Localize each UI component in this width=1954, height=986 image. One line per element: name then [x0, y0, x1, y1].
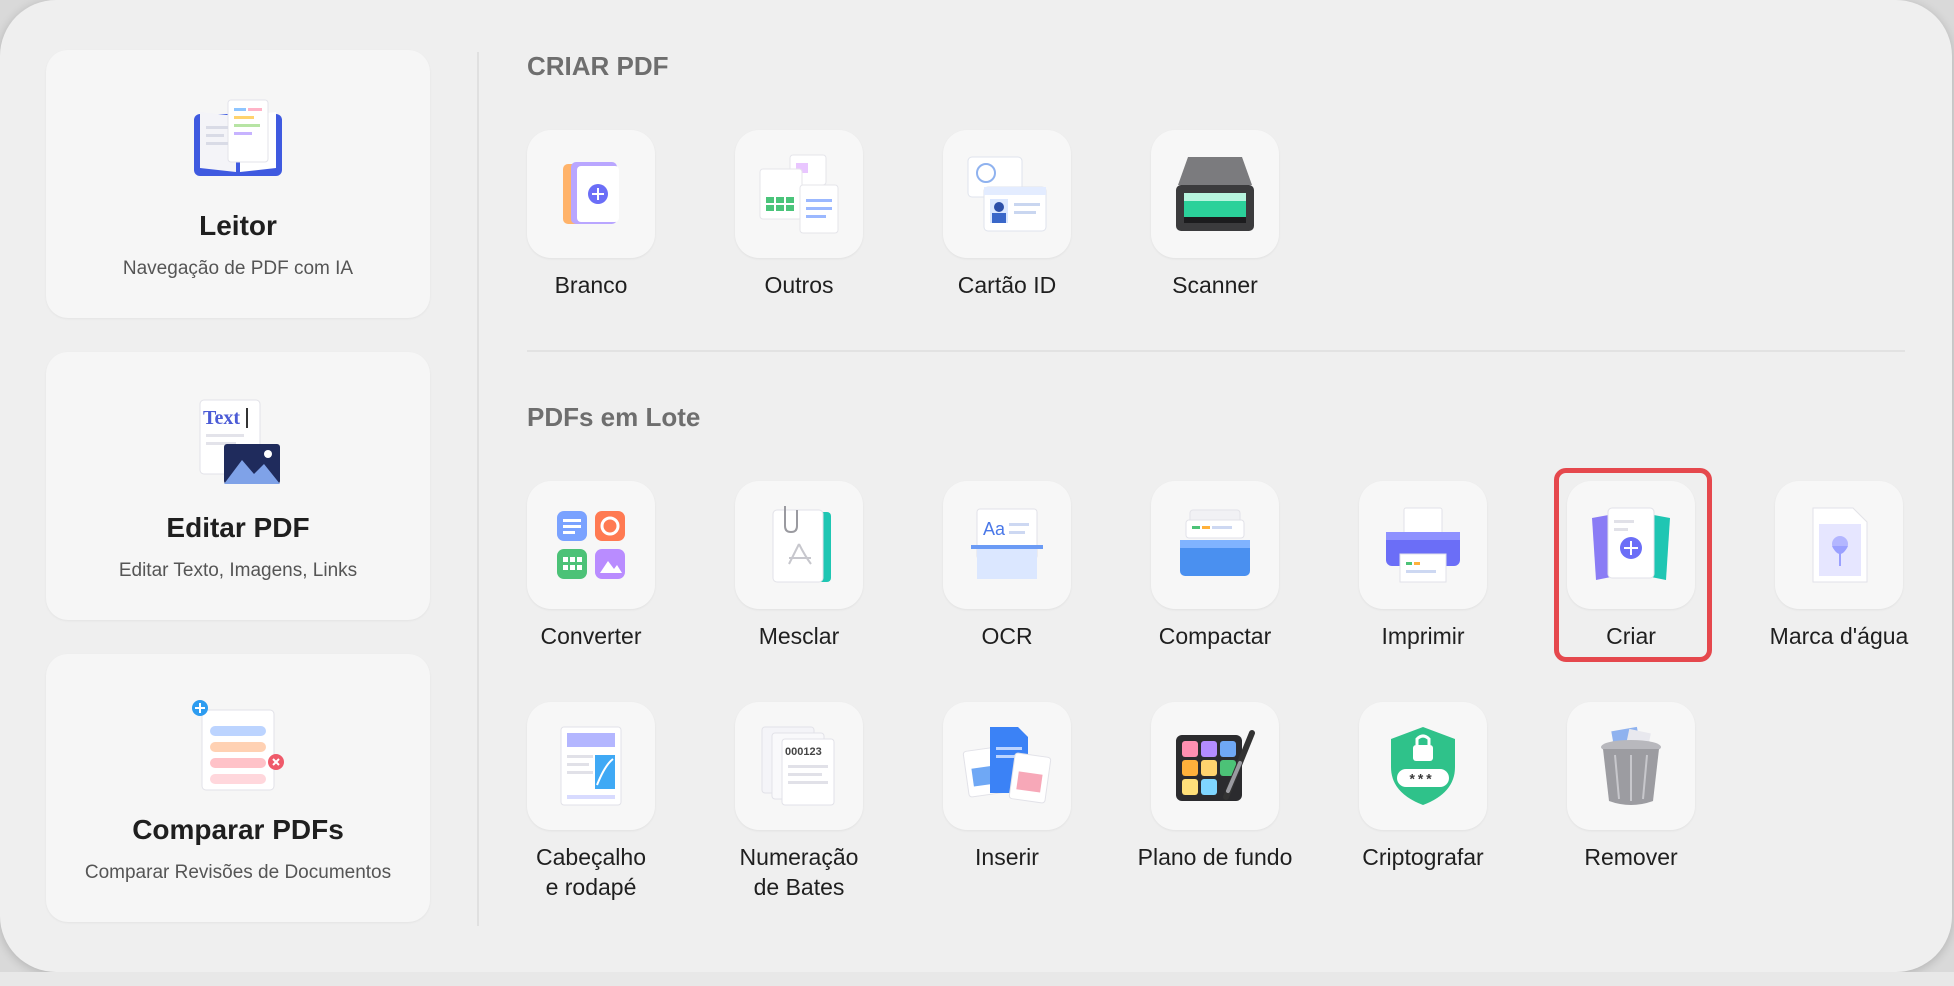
encrypt-icon: ***	[1391, 727, 1455, 805]
compare-pdfs-card[interactable]: Comparar PDFs Comparar Revisões de Docum…	[46, 654, 430, 922]
vertical-divider	[477, 52, 479, 926]
edit-text-icon: Text	[199, 399, 280, 484]
compress-icon	[1180, 509, 1250, 576]
tool-label: Numeração de Bates	[709, 842, 889, 902]
tool-scanner[interactable]: Scanner	[1125, 130, 1305, 300]
tool-marca-dagua[interactable]: Marca d'água	[1749, 481, 1929, 651]
tool-label: Outros	[764, 272, 834, 298]
criar-highlight-box	[1554, 468, 1712, 662]
svg-text:Aa: Aa	[983, 519, 1006, 539]
tool-cartao-id[interactable]: Cartão ID	[917, 130, 1097, 300]
tool-plano-de-fundo[interactable]: Plano de fundo	[1125, 702, 1305, 872]
tool-label: Branco	[554, 272, 628, 298]
tool-label: Compactar	[1158, 623, 1272, 649]
bates-number-icon: 000123	[761, 726, 835, 806]
reader-card[interactable]: Leitor Navegação de PDF com IA	[46, 50, 430, 318]
encrypt-icon-text: ***	[1408, 773, 1433, 789]
reader-subtitle: Navegação de PDF com IA	[122, 258, 354, 279]
batch-tools-window: Leitor Navegação de PDF com IA Text Edit…	[0, 0, 1952, 972]
ocr-icon: Aa	[971, 508, 1043, 579]
edit-pdf-title: Editar PDF	[166, 512, 310, 543]
tool-label: Inserir	[975, 844, 1039, 870]
other-files-icon	[759, 154, 839, 234]
edit-icon-text: Text	[203, 407, 240, 429]
tool-label: Marca d'água	[1769, 623, 1909, 649]
tool-label: Cartão ID	[957, 272, 1057, 298]
reader-title: Leitor	[199, 210, 277, 241]
edit-pdf-card[interactable]: Text Editar PDF Editar Texto, Imagens, L…	[46, 352, 430, 620]
compare-subtitle: Comparar Revisões de Documentos	[84, 862, 392, 883]
header-footer-icon	[560, 726, 622, 806]
compare-title: Comparar PDFs	[132, 814, 344, 845]
background-strip	[0, 972, 1954, 986]
tool-label: Cabeçalho e rodapé	[501, 842, 681, 902]
tool-label: Imprimir	[1381, 623, 1465, 649]
tool-label: Converter	[540, 623, 642, 649]
tool-ocr[interactable]: Aa OCR	[917, 481, 1097, 651]
trash-icon	[1601, 726, 1661, 805]
bates-icon-text: 000123	[785, 746, 822, 758]
edit-pdf-subtitle: Editar Texto, Imagens, Links	[118, 560, 358, 581]
convert-icon	[557, 511, 625, 579]
create-pdf-heading: CRIAR PDF	[527, 51, 669, 81]
tool-cabecalho-rodape[interactable]: Cabeçalho e rodapé	[501, 702, 681, 902]
tool-outros[interactable]: Outros	[709, 130, 889, 300]
merge-icon	[772, 506, 831, 583]
tool-label: OCR	[981, 623, 1033, 649]
tool-remover[interactable]: Remover	[1541, 702, 1721, 872]
scanner-icon	[1176, 157, 1254, 231]
tool-mesclar[interactable]: Mesclar	[709, 481, 889, 651]
blank-page-icon	[563, 162, 619, 224]
tool-label: Mesclar	[758, 623, 840, 649]
tool-criptografar[interactable]: *** Criptografar	[1333, 702, 1513, 872]
tool-inserir[interactable]: Inserir	[917, 702, 1097, 872]
tool-imprimir[interactable]: Imprimir	[1333, 481, 1513, 651]
horizontal-divider	[527, 350, 1905, 352]
tool-label-line2: de Bates	[753, 874, 845, 900]
tool-label: Plano de fundo	[1137, 844, 1293, 870]
tool-label-line2: e rodapé	[545, 874, 637, 900]
tool-branco[interactable]: Branco	[501, 130, 681, 300]
tool-numeracao-bates[interactable]: 000123 Numeração de Bates	[709, 702, 889, 902]
batch-pdfs-heading: PDFs em Lote	[527, 402, 701, 432]
compare-icon	[192, 700, 284, 791]
insert-icon	[962, 727, 1052, 804]
tool-label-line1: Numeração	[739, 844, 859, 870]
tool-label: Criptografar	[1362, 844, 1484, 870]
printer-icon	[1386, 507, 1460, 583]
tool-compactar[interactable]: Compactar	[1125, 481, 1305, 651]
tool-converter[interactable]: Converter	[501, 481, 681, 651]
background-icon	[1176, 730, 1255, 801]
tool-label-line1: Cabeçalho	[536, 844, 646, 870]
tool-label: Remover	[1584, 844, 1678, 870]
watermark-icon	[1812, 507, 1868, 583]
id-card-icon	[967, 156, 1047, 232]
tool-label: Scanner	[1172, 272, 1258, 298]
book-icon	[194, 99, 282, 176]
